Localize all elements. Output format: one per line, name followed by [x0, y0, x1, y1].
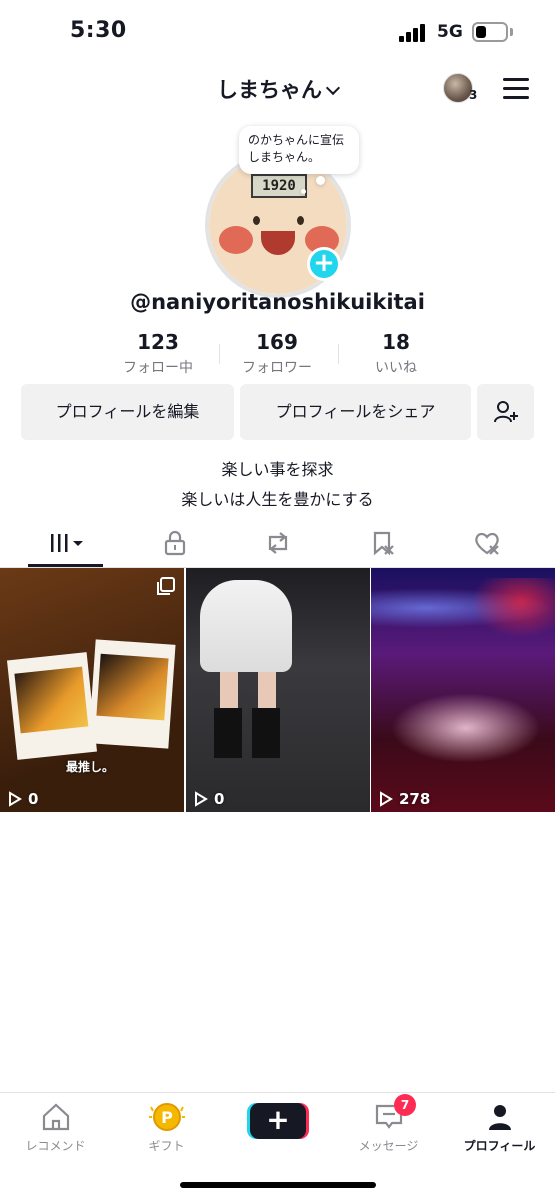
stat-following[interactable]: 123 フォロー中: [98, 330, 218, 377]
stat-label: いいね: [375, 360, 417, 376]
add-user-icon: [494, 401, 518, 423]
profile-icon: [488, 1105, 511, 1130]
stat-value: 169: [256, 330, 298, 354]
network-type: 5G: [437, 22, 463, 42]
grid-icon: [50, 534, 83, 552]
profile-header: しまちゃん 3: [0, 66, 555, 116]
view-count-value: 278: [399, 790, 431, 808]
account-count-badge: 3: [469, 88, 478, 102]
battery-tip: [510, 28, 513, 36]
create-button[interactable]: +: [250, 1103, 306, 1139]
add-story-button[interactable]: +: [307, 247, 341, 281]
home-indicator: [180, 1182, 376, 1188]
bio-line: 楽しい事を探求: [221, 460, 334, 479]
play-icon: [9, 791, 22, 807]
tab-reposts[interactable]: [222, 518, 333, 568]
view-count: 0: [194, 790, 224, 808]
play-icon: [195, 791, 208, 807]
status-time: 5:30: [70, 18, 127, 43]
video-thumbnail[interactable]: 0: [186, 568, 370, 812]
repost-icon: [268, 532, 287, 554]
bio-line: 楽しいは人生を豊かにする: [181, 490, 374, 509]
note-bubble-tail-small: [301, 189, 306, 194]
hamburger-menu-icon[interactable]: [503, 78, 529, 100]
nav-label: プロフィール: [463, 1139, 536, 1153]
video-grid: 最推し。 0 0 278: [0, 568, 555, 812]
nav-label: レコメンド: [25, 1139, 86, 1153]
stat-value: 123: [137, 330, 179, 354]
view-count-value: 0: [214, 790, 225, 808]
photo-card: [88, 639, 176, 749]
saved-icon: [373, 531, 394, 556]
thumb-skirt: [200, 580, 292, 672]
video-thumbnail[interactable]: 278: [371, 568, 555, 812]
liked-icon: [474, 532, 499, 555]
svg-text:P: P: [161, 1108, 173, 1127]
nav-label: ギフト: [148, 1139, 185, 1153]
stat-value: 18: [382, 330, 410, 354]
profile-note-bubble[interactable]: のかちゃんに宣伝しまちゃん。: [239, 126, 359, 174]
tab-saved[interactable]: [327, 518, 438, 568]
view-count-value: 0: [28, 790, 39, 808]
inbox-badge: 7: [394, 1094, 416, 1116]
lock-icon: [164, 530, 185, 556]
video-thumbnail[interactable]: 最推し。 0: [0, 568, 184, 812]
nav-home[interactable]: レコメンド: [0, 1101, 111, 1154]
plus-icon: +: [250, 1103, 306, 1139]
tab-liked[interactable]: [432, 518, 543, 568]
coin-icon: P: [148, 1103, 185, 1131]
profile-handle: @naniyoritanoshikuikitai: [130, 290, 425, 314]
avatar-sign: 1920: [251, 174, 307, 198]
tab-videos[interactable]: [10, 518, 121, 568]
chevron-down-icon: [325, 80, 341, 96]
stage-lights: [471, 578, 555, 638]
nav-inbox[interactable]: メッセージ: [333, 1101, 444, 1154]
active-tab-indicator: [28, 564, 103, 567]
video-caption: 最推し。: [66, 760, 115, 774]
battery-icon: [472, 22, 508, 42]
nav-profile[interactable]: プロフィール: [444, 1101, 555, 1154]
add-friends-button[interactable]: [477, 384, 534, 440]
nav-gift[interactable]: P ギフト: [111, 1101, 222, 1154]
view-count: 278: [379, 790, 430, 808]
username-title: しまちゃん: [217, 78, 322, 102]
edit-profile-button[interactable]: プロフィールを編集: [21, 384, 234, 440]
nav-label: メッセージ: [358, 1139, 419, 1153]
multi-image-icon: [157, 577, 175, 595]
stat-label: フォロー中: [123, 360, 193, 376]
stage-performers: [391, 693, 541, 763]
tab-private[interactable]: [119, 518, 230, 568]
share-profile-button[interactable]: プロフィールをシェア: [240, 384, 471, 440]
home-icon: [42, 1103, 69, 1131]
note-bubble-tail: [316, 176, 325, 185]
status-bar: 5:30 5G: [0, 0, 555, 66]
profile-stats: 123 フォロー中 169 フォロワー 18 いいね: [100, 330, 460, 380]
play-icon: [380, 791, 393, 807]
stat-followers[interactable]: 169 フォロワー: [217, 330, 337, 377]
photo-card: [6, 652, 98, 760]
content-tabs: [0, 518, 555, 568]
thumb-boot: [214, 708, 242, 758]
stat-label: フォロワー: [242, 360, 312, 376]
cellular-signal-icon: [399, 24, 429, 42]
view-count: 0: [8, 790, 38, 808]
stat-likes[interactable]: 18 いいね: [336, 330, 456, 377]
thumb-boot: [252, 708, 280, 758]
